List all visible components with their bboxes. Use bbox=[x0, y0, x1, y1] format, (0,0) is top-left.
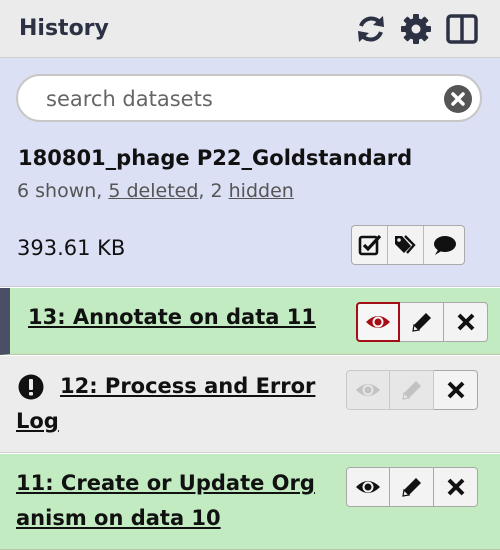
display-button[interactable] bbox=[356, 302, 400, 342]
hidden-link[interactable]: hidden bbox=[229, 180, 294, 202]
dataset-title-line1: 11: Create or Update Org bbox=[16, 471, 315, 495]
delete-button[interactable] bbox=[444, 302, 488, 342]
edit-tags-button[interactable] bbox=[388, 226, 424, 264]
history-name[interactable]: 180801_phage P22_Goldstandard bbox=[18, 146, 412, 170]
dataset-item: 12: Process and Error Log bbox=[0, 356, 500, 453]
dataset-title[interactable]: 11: Create or Update Org anism on data 10 bbox=[16, 466, 336, 536]
tags-icon bbox=[394, 235, 416, 254]
delete-button[interactable] bbox=[434, 467, 478, 507]
history-header: History bbox=[0, 0, 500, 58]
eye-icon bbox=[366, 316, 390, 328]
checkbox-icon bbox=[358, 234, 381, 256]
dataset-item: 11: Create or Update Org anism on data 10 bbox=[0, 454, 500, 550]
gear-icon[interactable] bbox=[399, 12, 433, 46]
history-size: 393.61 KB bbox=[17, 236, 126, 260]
shown-count: 6 shown, bbox=[17, 180, 109, 202]
select-items-button[interactable] bbox=[352, 226, 388, 264]
comment-icon bbox=[434, 236, 456, 255]
history-summary: 180801_phage P22_Goldstandard 6 shown, 5… bbox=[0, 58, 500, 287]
edit-button[interactable] bbox=[400, 302, 444, 342]
dataset-actions bbox=[346, 467, 478, 507]
pencil-icon bbox=[401, 478, 421, 497]
pencil-icon bbox=[401, 381, 421, 400]
history-actions bbox=[351, 225, 465, 265]
dataset-item: 13: Annotate on data 11 bbox=[0, 288, 500, 355]
delete-button[interactable] bbox=[434, 370, 478, 410]
columns-icon[interactable] bbox=[445, 12, 479, 46]
panel-title: History bbox=[19, 16, 109, 41]
dataset-actions bbox=[356, 302, 488, 342]
display-button[interactable] bbox=[346, 370, 390, 410]
search-input[interactable] bbox=[46, 85, 446, 113]
pencil-icon bbox=[411, 313, 431, 332]
dataset-actions bbox=[346, 370, 478, 410]
dataset-title[interactable]: 13: Annotate on data 11 bbox=[28, 300, 316, 335]
display-button[interactable] bbox=[346, 467, 390, 507]
history-counts: 6 shown, 5 deleted, 2 hidden bbox=[17, 180, 294, 202]
close-icon bbox=[457, 313, 474, 331]
dataset-title-text: 12: Process and Error Log bbox=[16, 374, 316, 433]
edit-annotation-button[interactable] bbox=[424, 226, 464, 264]
eye-icon bbox=[356, 384, 380, 396]
eye-icon bbox=[356, 481, 380, 493]
close-icon bbox=[447, 478, 464, 496]
edit-button[interactable] bbox=[390, 370, 434, 410]
clear-search-icon[interactable] bbox=[444, 85, 472, 113]
hidden-count: , 2 bbox=[198, 180, 229, 202]
dataset-title[interactable]: 12: Process and Error Log bbox=[16, 369, 336, 439]
search-box bbox=[16, 74, 482, 122]
deleted-link[interactable]: 5 deleted bbox=[108, 180, 198, 202]
dataset-title-line2: anism on data 10 bbox=[16, 506, 221, 530]
close-icon bbox=[447, 381, 464, 399]
edit-button[interactable] bbox=[390, 467, 434, 507]
refresh-icon[interactable] bbox=[354, 12, 388, 46]
